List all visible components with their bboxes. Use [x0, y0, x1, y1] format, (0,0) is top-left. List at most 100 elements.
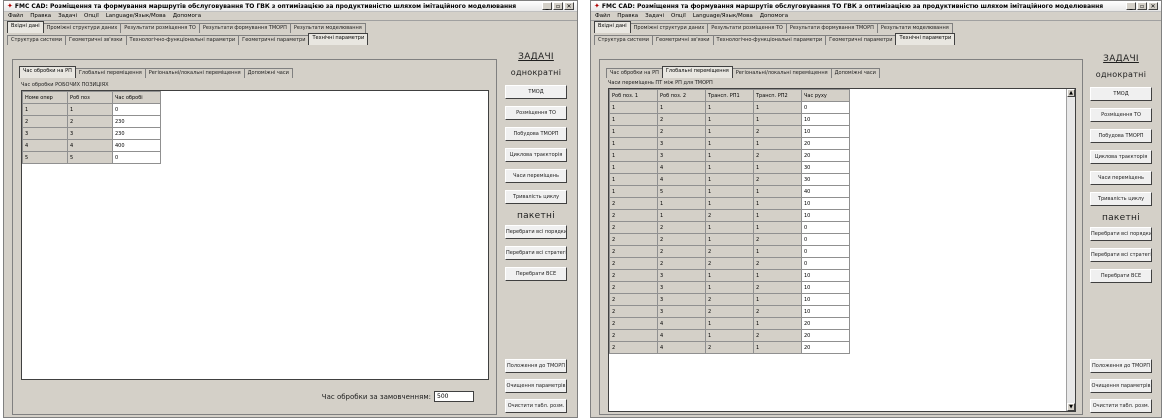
clear-params-button[interactable]: Очищення параметрів: [1090, 379, 1152, 393]
tab-modeling-results[interactable]: Результати моделювання: [876, 23, 953, 33]
clear-params-button[interactable]: Очищення параметрів: [505, 379, 567, 393]
table-cell-editable[interactable]: 10: [801, 125, 850, 138]
tab-regional-moves[interactable]: Регіональні/локальні переміщення: [731, 68, 832, 78]
tab-tmorp-results[interactable]: Результати формування ТМОРП: [198, 23, 291, 33]
table-cell-editable[interactable]: 40: [801, 185, 850, 198]
tab-intermediate[interactable]: Проміжні структури даних: [42, 23, 122, 33]
table-cell-editable[interactable]: 20: [801, 341, 850, 354]
position-tmorp-button[interactable]: Положення до ТМОРП: [505, 359, 567, 373]
menu-help[interactable]: Допомога: [760, 13, 788, 19]
clear-table-button[interactable]: Очистити табл. розм.: [505, 399, 567, 413]
table-cell-editable[interactable]: 30: [801, 161, 850, 174]
menu-language[interactable]: Language/Язык/Мова: [106, 13, 166, 19]
table-cell-editable[interactable]: 10: [801, 293, 850, 306]
menu-options[interactable]: Опції: [671, 13, 686, 19]
tab-geometric-params[interactable]: Геометричні параметри: [825, 35, 897, 45]
tmod-button[interactable]: ТМОД: [1090, 87, 1152, 101]
tab-geometric-params[interactable]: Геометричні параметри: [238, 35, 310, 45]
table-cell-editable[interactable]: 0: [801, 257, 850, 270]
menu-file[interactable]: Файл: [595, 13, 610, 19]
grid-scrollbar[interactable]: ▲ ▼: [1066, 89, 1075, 411]
menu-help[interactable]: Допомога: [173, 13, 201, 19]
tab-system-structure[interactable]: Структура системи: [594, 35, 654, 45]
tmod-button[interactable]: ТМОД: [505, 85, 567, 99]
cycle-duration-button[interactable]: Тривалість циклу: [505, 190, 567, 204]
clear-table-button[interactable]: Очистити табл. розм.: [1090, 399, 1152, 413]
table-cell-editable[interactable]: 10: [801, 269, 850, 282]
table-cell-editable[interactable]: 0: [801, 233, 850, 246]
all-button[interactable]: Перебрати ВСЕ: [505, 267, 567, 281]
minimize-button[interactable]: _: [542, 2, 552, 10]
tab-tech-functional[interactable]: Технологічно-функціональні параметри: [125, 35, 240, 45]
menu-tasks[interactable]: Задачі: [58, 13, 77, 19]
tab-tmorp-results[interactable]: Результати формування ТМОРП: [785, 23, 878, 33]
table-cell-editable[interactable]: 10: [801, 281, 850, 294]
table-cell-editable[interactable]: 0: [112, 151, 161, 164]
all-button[interactable]: Перебрати ВСЕ: [1090, 269, 1152, 283]
tab-input-data[interactable]: Вхідні дані: [7, 21, 44, 33]
cycle-duration-button[interactable]: Тривалість циклу: [1090, 192, 1152, 206]
maximize-button[interactable]: ▫: [553, 2, 563, 10]
menu-options[interactable]: Опції: [84, 13, 99, 19]
tab-aux-times[interactable]: Допоміжні часи: [830, 68, 880, 78]
cycle-trajectory-button[interactable]: Циклова траєкторія: [1090, 150, 1152, 164]
table-cell-editable[interactable]: 0: [801, 221, 850, 234]
tab-processing-time[interactable]: Час обробки на РП: [606, 68, 663, 78]
tab-aux-times[interactable]: Допоміжні часи: [243, 68, 293, 78]
tab-modeling-results[interactable]: Результати моделювання: [289, 23, 366, 33]
table-cell-editable[interactable]: 10: [801, 305, 850, 318]
scroll-up-icon[interactable]: ▲: [1067, 89, 1075, 97]
all-strategies-button[interactable]: Перебрати всі стратегії: [1090, 248, 1152, 262]
table-cell-editable[interactable]: 400: [112, 139, 161, 152]
placement-button[interactable]: Розміщення ТО: [505, 106, 567, 120]
tab-global-moves[interactable]: Глобальні переміщення: [74, 68, 146, 78]
scroll-down-icon[interactable]: ▼: [1067, 403, 1075, 411]
placement-button[interactable]: Розміщення ТО: [1090, 108, 1152, 122]
table-cell-editable[interactable]: 30: [801, 173, 850, 186]
table-cell-editable[interactable]: 230: [112, 115, 161, 128]
table-cell-editable[interactable]: 0: [112, 103, 161, 116]
position-tmorp-button[interactable]: Положення до ТМОРП: [1090, 359, 1152, 373]
table-cell-editable[interactable]: 10: [801, 197, 850, 210]
tab-placement-results[interactable]: Результати розміщення ТО: [707, 23, 787, 33]
build-tmorp-button[interactable]: Побудова ТМОРП: [1090, 129, 1152, 143]
all-orders-button[interactable]: Перебрати всі порядки: [1090, 227, 1152, 241]
tab-technical-params[interactable]: Технічні параметри: [308, 33, 369, 45]
table-cell-editable[interactable]: 20: [801, 317, 850, 330]
tab-processing-time[interactable]: Час обробки на РП: [19, 66, 76, 78]
close-button[interactable]: ✕: [564, 2, 574, 10]
tab-intermediate[interactable]: Проміжні структури даних: [629, 23, 709, 33]
tab-technical-params[interactable]: Технічні параметри: [895, 33, 956, 45]
minimize-button[interactable]: _: [1126, 2, 1136, 10]
table-cell-editable[interactable]: 0: [801, 245, 850, 258]
close-button[interactable]: ✕: [1148, 2, 1158, 10]
table-cell-editable[interactable]: 10: [801, 113, 850, 126]
maximize-button[interactable]: ▫: [1137, 2, 1147, 10]
tab-regional-moves[interactable]: Регіональні/локальні переміщення: [144, 68, 245, 78]
menu-tasks[interactable]: Задачі: [645, 13, 664, 19]
table-cell-editable[interactable]: 10: [801, 209, 850, 222]
default-time-input[interactable]: [434, 391, 474, 402]
move-times-button[interactable]: Часи переміщень: [1090, 171, 1152, 185]
tab-geometric-links[interactable]: Геометричні зв'язки: [652, 35, 714, 45]
tab-tech-functional[interactable]: Технологічно-функціональні параметри: [712, 35, 827, 45]
tab-system-structure[interactable]: Структура системи: [7, 35, 67, 45]
tab-geometric-links[interactable]: Геометричні зв'язки: [65, 35, 127, 45]
all-strategies-button[interactable]: Перебрати всі стратегії: [505, 246, 567, 260]
table-cell-editable[interactable]: 20: [801, 149, 850, 162]
all-orders-button[interactable]: Перебрати всі порядки: [505, 225, 567, 239]
menu-edit[interactable]: Правка: [617, 13, 638, 19]
tab-global-moves[interactable]: Глобальні переміщення: [661, 66, 733, 78]
table-cell-editable[interactable]: 230: [112, 127, 161, 140]
table-cell-editable[interactable]: 20: [801, 137, 850, 150]
table-cell-editable[interactable]: 20: [801, 329, 850, 342]
move-times-button[interactable]: Часи переміщень: [505, 169, 567, 183]
build-tmorp-button[interactable]: Побудова ТМОРП: [505, 127, 567, 141]
table-cell-editable[interactable]: 0: [801, 101, 850, 114]
menu-file[interactable]: Файл: [8, 13, 23, 19]
tab-placement-results[interactable]: Результати розміщення ТО: [120, 23, 200, 33]
cycle-trajectory-button[interactable]: Циклова траєкторія: [505, 148, 567, 162]
menu-language[interactable]: Language/Язык/Мова: [693, 13, 753, 19]
tab-input-data[interactable]: Вхідні дані: [594, 21, 631, 33]
menu-edit[interactable]: Правка: [30, 13, 51, 19]
